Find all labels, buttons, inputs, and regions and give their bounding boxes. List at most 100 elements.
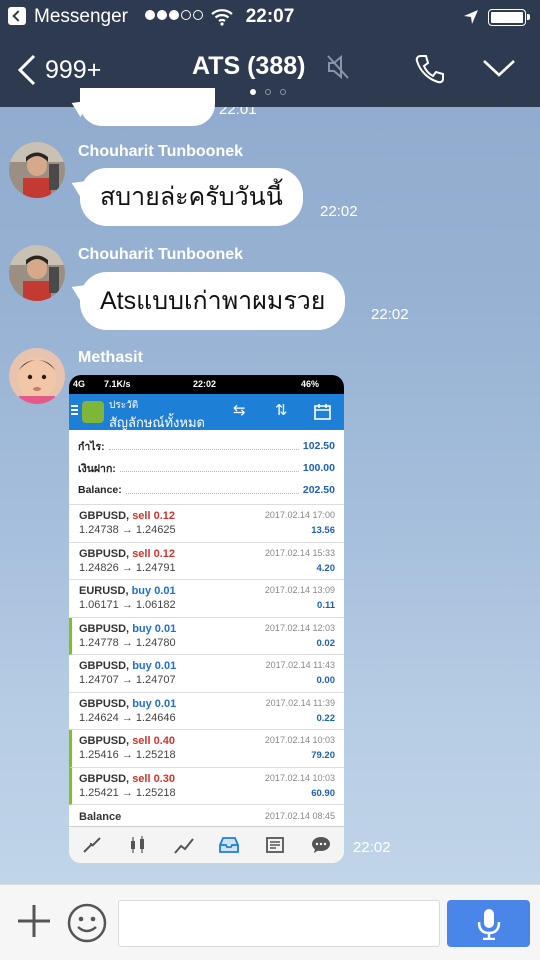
- trade-profit: 4.20: [316, 562, 336, 574]
- call-icon[interactable]: [414, 53, 446, 85]
- trade-row: GBPUSD, buy 0.01 1.24624 → 1.24646 2017.02…: [69, 693, 344, 730]
- trade-symbol: GBPUSD, sell 0.12: [79, 510, 176, 522]
- message-bubble[interactable]: สบายล่ะครับวันนี้: [80, 168, 303, 226]
- chart-candles-icon: [127, 835, 149, 855]
- trade-row: EURUSD, buy 0.01 1.06171 → 1.06182 2017.02…: [69, 580, 344, 618]
- trade-prices: 1.24707 → 1.24707: [79, 674, 176, 686]
- page-indicator: [250, 89, 286, 95]
- trade-date: 2017.02.14 17:00: [264, 510, 335, 520]
- sender-name: Chouharit Tunboonek: [78, 246, 244, 263]
- microphone-icon: [477, 908, 500, 940]
- currency-sort-icon: ⇆: [233, 402, 246, 419]
- quotes-icon: [81, 835, 103, 855]
- status-bar: Messenger 22:07: [0, 0, 540, 34]
- trade-type: buy 0.01: [131, 585, 176, 597]
- plus-icon[interactable]: [15, 902, 53, 940]
- screenshot-header-title: สัญลักษณ์ทั้งหมด: [109, 415, 205, 430]
- message-input-bar: [0, 884, 540, 960]
- trade-symbol: GBPUSD, sell 0.30: [79, 772, 176, 785]
- trade-prices: 1.25421 → 1.25218: [79, 786, 176, 799]
- trade-row: GBPUSD, buy 0.01 1.24707 → 1.24707 2017.02…: [69, 655, 344, 693]
- trade-date: 2017.02.14 11:39: [265, 697, 335, 708]
- avatar-photo: [9, 348, 65, 404]
- trade-list: GBPUSD, sell 0.12 1.24738 → 1.24625 2017.0…: [69, 505, 344, 805]
- up-down-sort-icon: ⇅: [275, 402, 288, 419]
- trade-profit: 0.11: [317, 600, 335, 611]
- trade-profit: 79.20: [311, 750, 335, 761]
- back-chevron-icon[interactable]: [16, 53, 38, 87]
- chevron-down-icon[interactable]: [482, 58, 516, 78]
- trade-prices: 1.06171 → 1.06182: [79, 599, 176, 611]
- screenshot-bottom-nav: [69, 826, 344, 863]
- trade-prices: 1.24624 → 1.24646: [79, 711, 176, 724]
- avatar[interactable]: [9, 348, 65, 404]
- trade-prices: 1.25416 → 1.25218: [79, 749, 176, 761]
- trade-date: 2017.02.14 13:09: [264, 585, 335, 595]
- trade-type: buy 0.01: [132, 660, 177, 672]
- battery-icon: [488, 9, 530, 26]
- message-text: สบายล่ะครับวันนี้: [100, 183, 283, 211]
- avatar-photo: [9, 142, 65, 198]
- sender-name: Methasit: [78, 349, 143, 366]
- previous-message-bubble[interactable]: [80, 88, 215, 126]
- trade-symbol: GBPUSD, buy 0.01: [79, 660, 177, 672]
- trade-type: sell 0.30: [132, 772, 176, 785]
- shared-image-screenshot[interactable]: 4G 7.1K/s 22:02 46% ประวัติ สัญลักษณ์ทั้…: [69, 375, 344, 863]
- summary-block: กำไร: 102.50 เงินฝาก: 100.00 Balance: 202.5…: [69, 430, 344, 505]
- message-time: 22:02: [371, 306, 409, 323]
- muted-speaker-icon: [327, 54, 349, 80]
- trade-symbol: GBPUSD, buy 0.01: [79, 697, 177, 710]
- trade-type: sell 0.40: [132, 735, 176, 747]
- trade-date: 2017.02.14 15:33: [264, 547, 335, 558]
- trade-symbol: EURUSD, buy 0.01: [79, 585, 176, 597]
- sender-name: Chouharit Tunboonek: [78, 143, 244, 160]
- screenshot-header-small: ประวัติ: [109, 400, 139, 411]
- trade-symbol: GBPUSD, buy 0.01: [79, 622, 177, 635]
- trade-line-icon: [173, 835, 195, 855]
- trade-date: 2017.02.14 10:03: [264, 735, 335, 745]
- app-logo-icon: [82, 401, 104, 423]
- trade-date: 2017.02.14 10:03: [264, 772, 335, 783]
- trade-date: 2017.02.14 11:43: [265, 660, 335, 670]
- chat-icon: [310, 835, 332, 855]
- avatar[interactable]: [9, 142, 65, 198]
- summary-row: กำไร: 102.50: [78, 440, 335, 453]
- trade-prices: 1.24826 → 1.24791: [79, 561, 176, 574]
- avatar[interactable]: [9, 245, 65, 301]
- trade-row: GBPUSD, sell 0.12 1.24826 → 1.24791 2017.0…: [69, 543, 344, 580]
- emoji-icon[interactable]: [66, 902, 108, 944]
- trade-profit: 0.02: [316, 637, 336, 649]
- trade-date: 2017.02.14 12:03: [264, 622, 335, 633]
- summary-row: เงินฝาก: 100.00: [78, 462, 335, 475]
- screenshot-speed: 7.1K/s: [104, 379, 131, 389]
- trade-type: buy 0.01: [132, 697, 177, 710]
- chat-title[interactable]: ATS (388): [192, 52, 305, 81]
- voice-record-button[interactable]: [447, 900, 530, 947]
- message-time: 22:02: [353, 839, 391, 856]
- screenshot-time: 22:02: [193, 379, 217, 389]
- location-arrow-icon: [464, 10, 478, 24]
- trade-row: GBPUSD, sell 0.40 1.25416 → 1.25218 2017.0…: [69, 730, 344, 768]
- clock: 22:07: [245, 6, 295, 27]
- avatar-photo: [9, 245, 65, 301]
- news-icon: [264, 835, 286, 855]
- message-bubble[interactable]: Atsแบบเก่าพาผมรวย: [80, 272, 346, 330]
- history-inbox-icon: [218, 835, 240, 855]
- screenshot-app-header: ประวัติ สัญลักษณ์ทั้งหมด ⇆ ⇅: [69, 394, 344, 430]
- trade-type: buy 0.01: [132, 622, 177, 635]
- screenshot-status-bar: 4G 7.1K/s 22:02 46%: [69, 375, 344, 394]
- message-text-field[interactable]: [118, 900, 440, 947]
- trade-prices: 1.24738 → 1.24625: [79, 524, 176, 536]
- unread-count[interactable]: 999+: [45, 56, 101, 85]
- trade-type: sell 0.12: [132, 510, 176, 522]
- trade-prices: 1.24778 → 1.24780: [79, 636, 176, 649]
- trade-row: GBPUSD, sell 0.12 1.24738 → 1.24625 2017.0…: [69, 505, 344, 543]
- trade-symbol: GBPUSD, sell 0.40: [79, 735, 176, 747]
- calendar-icon: [314, 404, 331, 420]
- trade-symbol: GBPUSD, sell 0.12: [79, 547, 176, 560]
- message-text: Atsแบบเก่าพาผมรวย: [100, 287, 326, 315]
- screenshot-battery: 46%: [301, 379, 320, 389]
- trade-profit: 0.00: [316, 675, 336, 686]
- trade-profit: 60.90: [311, 787, 335, 799]
- trade-profit: 13.56: [311, 525, 335, 536]
